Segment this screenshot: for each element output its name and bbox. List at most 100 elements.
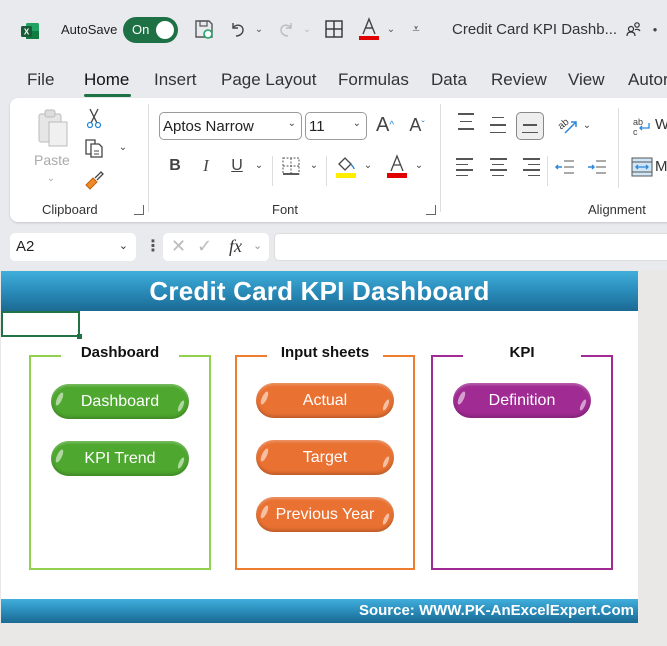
active-tab-indicator [84,94,131,97]
font-color-dropdown-icon[interactable]: ⌄ [385,16,397,42]
tab-data[interactable]: Data [431,70,467,90]
align-left-icon[interactable] [456,156,476,178]
enter-icon[interactable]: ✓ [197,236,212,257]
font-color-button-icon[interactable] [386,152,408,180]
underline-dropdown-icon[interactable]: ⌄ [254,160,264,171]
align-center-icon[interactable] [488,156,508,178]
wrap-text-label[interactable]: W [655,116,667,133]
selected-cell-a2[interactable] [1,311,80,337]
share-people-icon[interactable] [624,16,644,42]
autosave-label: AutoSave [61,22,118,37]
decrease-indent-icon[interactable] [554,156,576,178]
redo-icon [274,16,298,42]
paste-icon[interactable] [34,108,74,148]
underline-button[interactable]: U [227,154,247,178]
font-launcher-icon[interactable] [426,205,436,215]
align-bottom-icon[interactable] [516,112,544,140]
svg-text:c: c [633,127,638,137]
redo-dropdown-icon: ⌄ [302,23,312,35]
paste-dropdown-icon[interactable]: ⌄ [46,173,56,184]
orientation-dropdown-icon[interactable]: ⌄ [582,120,592,131]
tab-insert[interactable]: Insert [154,70,197,90]
paste-label[interactable]: Paste [34,152,70,168]
document-title[interactable]: Credit Card KPI Dashb... [452,21,617,38]
tab-automate[interactable]: Autor [628,70,667,90]
merge-center-icon[interactable] [630,156,654,178]
previous-year-button[interactable]: Previous Year [256,497,394,532]
increase-indent-icon[interactable] [586,156,608,178]
kpi-trend-button[interactable]: KPI Trend [51,441,189,476]
definition-button[interactable]: Definition [453,383,591,418]
increase-font-size-icon[interactable]: A ^ [372,112,398,138]
tab-formulas[interactable]: Formulas [338,70,409,90]
svg-text:ab: ab [633,117,643,127]
svg-text:ab: ab [556,116,572,132]
formula-input[interactable] [274,233,667,261]
font-color-dropdown-icon[interactable]: ⌄ [414,160,424,171]
format-painter-icon[interactable] [82,168,106,192]
align-right-icon[interactable] [520,156,540,178]
tab-review[interactable]: Review [491,70,547,90]
separator [547,156,548,186]
tab-page-layout[interactable]: Page Layout [221,70,316,90]
tab-view[interactable]: View [568,70,605,90]
borders-dropdown-icon[interactable]: ⌄ [309,160,319,171]
cut-icon[interactable] [84,106,104,130]
ribbon-tabs: File Home Insert Page Layout Formulas Da… [0,62,667,98]
chevron-down-icon: ⌄ [287,118,296,129]
chevron-down-icon: ⌄ [118,240,128,252]
name-box[interactable]: A2 ⌄ [10,233,136,261]
orientation-icon[interactable]: ab [554,112,580,138]
title-bar: X AutoSave On ⌄ ⌄ ⌄ ⩡ Credit Card KPI Da… [0,0,667,60]
insert-function-icon[interactable]: fx [229,236,242,257]
excel-logo-icon: X [21,23,39,39]
fill-color-dropdown-icon[interactable]: ⌄ [363,160,373,171]
clipboard-launcher-icon[interactable] [134,205,144,215]
decrease-font-size-icon[interactable]: Aˇ [404,112,430,138]
name-box-value: A2 [16,238,35,255]
save-icon[interactable] [192,16,216,42]
align-top-icon[interactable] [456,112,476,134]
font-color-icon[interactable] [357,16,381,42]
more-options-icon[interactable]: ⋮ [145,236,161,256]
separator [272,156,273,186]
undo-dropdown-icon[interactable]: ⌄ [253,16,265,42]
tab-file[interactable]: File [27,70,54,90]
tab-home[interactable]: Home [84,70,129,90]
font-group-label: Font [272,202,299,217]
bold-button[interactable]: B [165,154,185,178]
undo-icon[interactable] [226,16,250,42]
actual-button[interactable]: Actual [256,383,394,418]
autosave-state: On [132,22,150,37]
section-title: Input sheets [280,344,370,361]
group-separator [148,104,149,212]
formula-controls: ✕ ✓ fx ⌄ [163,233,269,261]
fill-color-icon[interactable] [335,152,357,180]
copy-dropdown-icon[interactable]: ⌄ [118,142,128,153]
alignment-group-label: Alignment [588,202,646,217]
fx-dropdown-icon[interactable]: ⌄ [253,239,262,252]
fill-handle[interactable] [77,334,82,339]
font-name-select[interactable]: Aptos Narrow ⌄ [159,112,302,140]
dashboard-button[interactable]: Dashboard [51,384,189,419]
clipboard-group-label: Clipboard [42,202,98,217]
merge-center-label[interactable]: M [655,158,667,175]
align-middle-icon[interactable] [488,114,508,136]
italic-button[interactable]: I [196,154,216,178]
cancel-icon[interactable]: ✕ [171,236,186,257]
autosave-toggle[interactable]: On [123,17,178,43]
chevron-down-icon: ⌄ [352,118,361,129]
font-name-value: Aptos Narrow [163,118,254,135]
worksheet: Credit Card KPI Dashboard Dashboard Dash… [1,271,638,623]
section-title: KPI [509,344,535,361]
ribbon: Paste ⌄ ⌄ Clipboard Aptos Narrow ⌄ 11 ⌄ … [10,98,667,222]
group-separator [440,104,441,212]
target-button[interactable]: Target [256,440,394,475]
section-title: Dashboard [80,344,160,361]
customize-qat-icon[interactable]: ⩡ [408,16,424,42]
borders-button-icon[interactable] [280,154,302,178]
borders-icon[interactable] [322,16,346,42]
wrap-text-icon[interactable]: ab c [630,114,654,138]
copy-icon[interactable] [82,136,106,160]
font-size-select[interactable]: 11 ⌄ [305,112,367,140]
